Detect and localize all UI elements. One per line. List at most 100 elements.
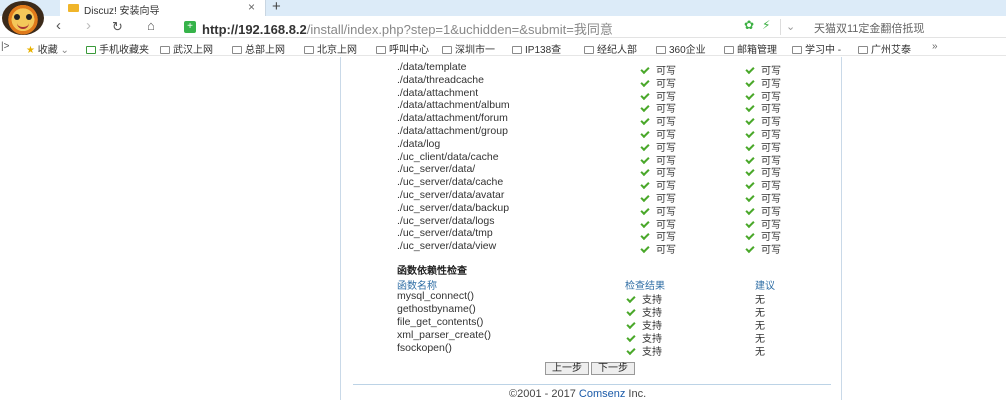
bookmark-item[interactable]: IP138查	[512, 41, 561, 56]
func-advice: 无	[755, 347, 765, 358]
check-icon	[640, 141, 650, 152]
required-status: 可写	[640, 190, 676, 205]
prev-step-button[interactable]: 上一步	[545, 362, 589, 375]
dir-path: ./data/template	[397, 61, 467, 73]
address-bar-row: ‹ › ↻ ⌂ + http://192.168.8.2/install/ind…	[0, 16, 1006, 38]
check-icon	[745, 166, 755, 177]
folder-icon	[232, 46, 242, 54]
install-panel: ./data/template 可写 可写 ./data/threadcache 可写可…	[340, 57, 842, 400]
check-icon	[626, 306, 636, 317]
copyright-footer: ©2001 - 2017 Comsenz Inc.	[509, 388, 647, 400]
required-status: 可写	[640, 203, 676, 218]
required-status: 可写	[640, 164, 676, 179]
dir-path: ./data/attachment/album	[397, 99, 510, 111]
bookmark-favorites[interactable]: ★ 收藏 ⌄	[26, 41, 69, 56]
check-icon	[640, 128, 650, 139]
folder-icon	[656, 46, 666, 54]
bookmark-item[interactable]: 广州艾泰	[858, 41, 911, 56]
page-content: ./data/template 可写 可写 ./data/threadcache 可写可…	[0, 57, 1006, 400]
required-status: 可写	[640, 75, 676, 90]
check-icon	[745, 141, 755, 152]
current-status: 可写	[745, 139, 781, 154]
dir-path: ./data/threadcache	[397, 74, 484, 86]
bookmark-item[interactable]: 深圳市一	[442, 41, 495, 56]
check-icon	[745, 102, 755, 113]
func-name: fsockopen()	[397, 342, 452, 354]
dir-path: ./uc_server/data/avatar	[397, 189, 505, 201]
folder-icon	[442, 46, 452, 54]
lightning-icon[interactable]: ⚡	[762, 18, 770, 32]
toolbar-divider	[780, 19, 781, 35]
required-status: 可写	[640, 228, 676, 243]
check-icon	[745, 128, 755, 139]
func-result: 支持	[626, 304, 662, 319]
current-status: 可写	[745, 228, 781, 243]
check-icon	[640, 77, 650, 88]
current-status: 可写	[745, 190, 781, 205]
func-result: 支持	[626, 291, 662, 306]
new-tab-button[interactable]: +	[272, 0, 281, 15]
bookmark-item[interactable]: 手机收藏夹	[86, 41, 149, 56]
required-status: 可写	[640, 126, 676, 141]
func-result: 支持	[626, 330, 662, 345]
promo-text[interactable]: 天猫双11定金翻倍抵现	[814, 20, 924, 36]
bookmark-item[interactable]: 邮箱管理	[724, 41, 777, 56]
folder-icon	[160, 46, 170, 54]
check-icon	[640, 179, 650, 190]
func-advice: 无	[755, 321, 765, 332]
bookmark-item[interactable]: 武汉上网	[160, 41, 213, 56]
check-icon	[626, 345, 636, 356]
url-text[interactable]: http://192.168.8.2/install/index.php?ste…	[202, 19, 613, 38]
folder-icon	[584, 46, 594, 54]
check-icon	[640, 205, 650, 216]
check-icon	[745, 154, 755, 165]
bookmark-item[interactable]: 经纪人部	[584, 41, 637, 56]
dir-path: ./uc_server/data/tmp	[397, 227, 493, 239]
func-result: 支持	[626, 343, 662, 358]
folder-icon	[724, 46, 734, 54]
dir-path: ./uc_server/data/view	[397, 240, 497, 252]
chevron-down-icon[interactable]: ⌄	[786, 20, 795, 33]
check-icon	[640, 90, 650, 101]
bookmark-item[interactable]: 总部上网	[232, 41, 285, 56]
status-text: 可写	[656, 245, 676, 256]
bookmark-item[interactable]: 北京上网	[304, 41, 357, 56]
current-status: 可写	[745, 177, 781, 192]
more-bookmarks-icon[interactable]: »	[932, 41, 938, 52]
extension-gear-icon[interactable]: ✿	[744, 18, 754, 32]
check-icon	[745, 205, 755, 216]
dir-path: ./uc_server/data/cache	[397, 176, 504, 188]
folder-icon	[858, 46, 868, 54]
tab-discuz-install[interactable]: Discuz! 安装向导 ×	[60, 0, 266, 17]
status-text: 可写	[761, 245, 781, 256]
dir-path: ./uc_server/data/	[397, 163, 476, 175]
refresh-icon[interactable]: ↻	[112, 19, 123, 35]
close-icon[interactable]: ×	[248, 0, 255, 14]
dir-path: ./uc_server/data/backup	[397, 202, 510, 214]
dir-path: ./data/log	[397, 138, 441, 150]
check-icon	[745, 179, 755, 190]
check-icon	[640, 243, 650, 254]
back-icon[interactable]: ‹	[56, 17, 61, 34]
func-result: 支持	[626, 317, 662, 332]
check-icon	[745, 243, 755, 254]
check-icon	[745, 218, 755, 229]
col-result-header: 检查结果	[625, 281, 665, 292]
user-avatar[interactable]	[2, 1, 44, 35]
check-icon	[640, 102, 650, 113]
func-name: file_get_contents()	[397, 316, 484, 328]
bookmark-item[interactable]: 学习中 -	[792, 41, 841, 56]
func-name: xml_parser_create()	[397, 329, 491, 341]
check-icon	[640, 115, 650, 126]
sidebar-toggle-icon[interactable]: |>	[1, 41, 9, 52]
forward-icon[interactable]: ›	[86, 17, 91, 34]
home-icon[interactable]: ⌂	[147, 18, 155, 33]
browser-window: Discuz! 安装向导 × + ‹ › ↻ ⌂ + http://192.16…	[0, 0, 1006, 400]
check-icon	[745, 77, 755, 88]
url-field[interactable]: + http://192.168.8.2/install/index.php?s…	[184, 18, 784, 38]
bookmark-item[interactable]: 呼叫中心	[376, 41, 429, 56]
check-icon	[626, 293, 636, 304]
check-icon	[626, 319, 636, 330]
next-step-button[interactable]: 下一步	[591, 362, 635, 375]
bookmark-item[interactable]: 360企业	[656, 41, 706, 56]
